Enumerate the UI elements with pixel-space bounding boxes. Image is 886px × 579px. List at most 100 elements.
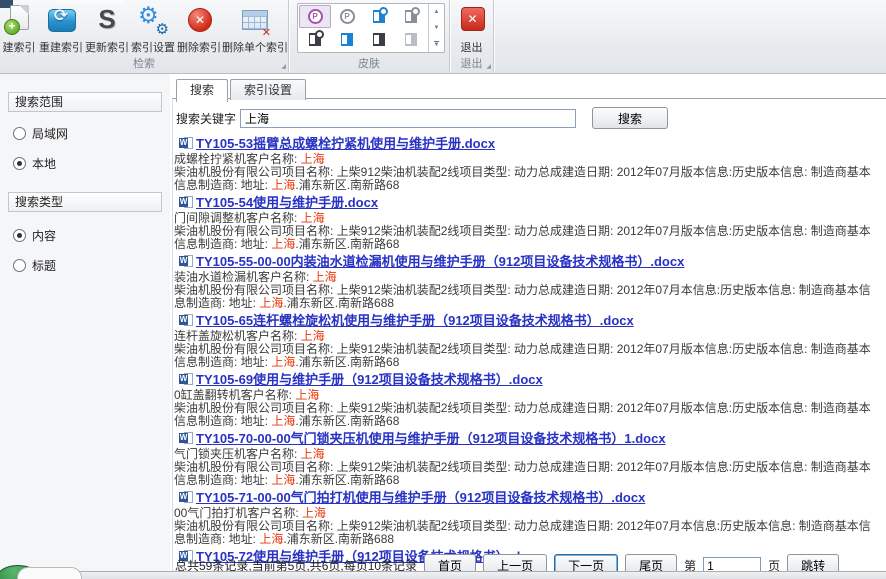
index-settings-button[interactable]: ⚙⚙ 索引设置 — [130, 2, 176, 56]
ribbon: + 建索引 ⟳ 重建索引 S 更新索引 — [0, 0, 886, 74]
button-label: 更新索引 — [84, 39, 130, 55]
highlight-term: 上海 — [301, 152, 325, 166]
highlight-term: 上海 — [259, 296, 283, 310]
button-label: 删除单个索引 — [222, 39, 286, 55]
exit-button[interactable]: ✕ 退出 — [450, 2, 493, 56]
main-area: 搜索 索引设置 搜索关键字 搜索 WTY105-53摇臂总成螺栓拧紧机使用与维护… — [172, 74, 886, 579]
ribbon-group-label: 检索 — [0, 55, 288, 71]
ribbon-group-skin: P P ▲ ▼ ▼ 皮肤 — [289, 0, 450, 72]
radio-title[interactable]: 标题 — [13, 257, 170, 274]
result-link[interactable]: TY105-65连杆螺栓旋松机使用与维护手册（912项目设备技术规格书）.doc… — [196, 313, 634, 328]
result-snippet: 柴油机股份有限公司项目名称: 上柴912柴油机装配2线项目类型: 动力总成建造日… — [174, 284, 882, 310]
search-tab-page: 搜索关键字 搜索 WTY105-53摇臂总成螺栓拧紧机使用与维护手册.docx … — [172, 98, 886, 579]
skin-gallery: P P ▲ ▼ ▼ — [297, 3, 445, 53]
result-item: WTY105-54使用与维护手册.docx 门间隙调整机客户名称: 上海 柴油机… — [174, 195, 886, 251]
result-item: WTY105-55-00-00内装油水道检漏机使用与维护手册（912项目设备技术… — [174, 254, 886, 310]
radio-label: 内容 — [32, 227, 56, 244]
highlight-term: 上海 — [271, 473, 295, 487]
radio-label: 本地 — [32, 155, 56, 172]
tab-index-settings[interactable]: 索引设置 — [230, 79, 306, 100]
search-input[interactable] — [240, 109, 576, 128]
skin-option-office-blue[interactable] — [331, 28, 363, 51]
result-link[interactable]: TY105-71-00-00气门拍打机使用与维护手册（912项目设备技术规格书）… — [196, 490, 645, 505]
highlight-term: 上海 — [259, 532, 283, 546]
skin-option-devexpress-gray[interactable]: P — [331, 5, 363, 28]
dialog-launcher-icon[interactable]: ◢ — [281, 64, 286, 70]
radio-label: 标题 — [32, 257, 56, 274]
highlight-term: 上海 — [301, 329, 325, 343]
skin-option-office-clock-black[interactable] — [299, 28, 331, 51]
gallery-scroll-down-icon[interactable]: ▼ — [429, 20, 444, 36]
word-doc-icon: W — [179, 373, 193, 385]
result-link[interactable]: TY105-55-00-00内装油水道检漏机使用与维护手册（912项目设备技术规… — [196, 254, 684, 269]
dialog-launcher-icon[interactable]: ◢ — [486, 64, 491, 70]
highlight-term: 上海 — [271, 237, 295, 251]
result-snippet: 柴油机股份有限公司项目名称: 上柴912柴油机装配2线项目类型: 动力总成建造日… — [174, 461, 882, 487]
gallery-more-icon[interactable]: ▼ — [429, 36, 444, 52]
button-label: 重建索引 — [38, 39, 84, 55]
radio-lan[interactable]: 局域网 — [13, 125, 170, 142]
gallery-scroll: ▲ ▼ ▼ — [428, 4, 444, 52]
highlight-term: 上海 — [271, 355, 295, 369]
result-link[interactable]: TY105-53摇臂总成螺栓拧紧机使用与维护手册.docx — [196, 136, 495, 151]
button-label: 建索引 — [0, 39, 38, 55]
gallery-scroll-up-icon[interactable]: ▲ — [429, 4, 444, 20]
radio-content[interactable]: 内容 — [13, 227, 170, 244]
skin-option-office-black[interactable] — [363, 28, 395, 51]
ribbon-group-exit: ✕ 退出 退出 ◢ — [450, 0, 494, 72]
word-doc-icon: W — [179, 255, 193, 267]
skin-devexpress-gray-icon: P — [340, 9, 355, 24]
rebuild-index-icon: ⟳ — [44, 4, 78, 36]
tab-strip: 搜索 索引设置 — [176, 79, 308, 99]
result-snippet: 柴油机股份有限公司项目名称: 上柴912柴油机装配2线项目类型: 动力总成建造日… — [174, 166, 882, 192]
delete-index-button[interactable]: ✕ 删除索引 — [176, 2, 222, 56]
delete-single-index-button[interactable]: ✕ 删除单个索引 — [222, 2, 286, 56]
button-label: 索引设置 — [130, 39, 176, 55]
sidebar: 搜索范围 局域网 本地 搜索类型 内容 标题 — [0, 74, 170, 579]
search-type-header: 搜索类型 — [8, 192, 162, 212]
create-index-icon: + — [2, 4, 36, 36]
button-label: 删除索引 — [176, 39, 222, 55]
app-window: + 建索引 ⟳ 重建索引 S 更新索引 — [0, 0, 886, 579]
skin-option-office-lightgray[interactable] — [395, 28, 427, 51]
result-link[interactable]: TY105-54使用与维护手册.docx — [196, 195, 378, 210]
result-link[interactable]: TY105-70-00-00气门锁夹压机使用与维护手册（912项目设备技术规格书… — [196, 431, 666, 446]
result-item: WTY105-70-00-00气门锁夹压机使用与维护手册（912项目设备技术规格… — [174, 431, 886, 487]
search-button[interactable]: 搜索 — [592, 107, 668, 129]
highlight-term: 上海 — [313, 270, 337, 284]
update-index-icon: S — [90, 4, 124, 36]
radio-indicator — [13, 127, 26, 140]
highlight-term: 上海 — [295, 388, 319, 402]
word-doc-icon: W — [179, 491, 193, 503]
plus-icon: + — [4, 19, 20, 35]
rebuild-index-button[interactable]: ⟳ 重建索引 — [38, 2, 84, 56]
table-delete-icon: ✕ — [237, 4, 271, 36]
skin-office-black-icon — [373, 33, 385, 46]
radio-local[interactable]: 本地 — [13, 155, 170, 172]
button-label: 退出 — [450, 39, 493, 55]
word-doc-icon: W — [179, 432, 193, 444]
search-results: WTY105-53摇臂总成螺栓拧紧机使用与维护手册.docx 成螺栓拧紧机客户名… — [174, 136, 886, 565]
highlight-term: 上海 — [271, 414, 295, 428]
result-item: WTY105-71-00-00气门拍打机使用与维护手册（912项目设备技术规格书… — [174, 490, 886, 546]
skin-option-devexpress-purple[interactable]: P — [299, 5, 331, 28]
skin-office-clock-blue-icon — [373, 10, 385, 23]
radio-indicator — [13, 259, 26, 272]
ribbon-group-search: + 建索引 ⟳ 重建索引 S 更新索引 — [0, 0, 289, 72]
create-index-button[interactable]: + 建索引 — [0, 2, 38, 56]
result-link[interactable]: TY105-69使用与维护手册（912项目设备技术规格书）.docx — [196, 372, 543, 387]
highlight-term: 上海 — [301, 447, 325, 461]
result-item: WTY105-65连杆螺栓旋松机使用与维护手册（912项目设备技术规格书）.do… — [174, 313, 886, 369]
radio-indicator — [13, 229, 26, 242]
search-keyword-label: 搜索关键字 — [176, 110, 236, 127]
refresh-icon: ⟳ — [44, 6, 78, 26]
gears-icon: ⚙⚙ — [136, 4, 170, 36]
highlight-term: 上海 — [301, 211, 325, 225]
skin-option-office-clock-blue[interactable] — [363, 5, 395, 28]
exit-icon: ✕ — [455, 4, 489, 36]
update-index-button[interactable]: S 更新索引 — [84, 2, 130, 56]
tab-search[interactable]: 搜索 — [176, 79, 228, 102]
skin-option-office-clock-gray[interactable] — [395, 5, 427, 28]
result-item: WTY105-53摇臂总成螺栓拧紧机使用与维护手册.docx 成螺栓拧紧机客户名… — [174, 136, 886, 192]
window-bottom-edge — [0, 571, 886, 579]
